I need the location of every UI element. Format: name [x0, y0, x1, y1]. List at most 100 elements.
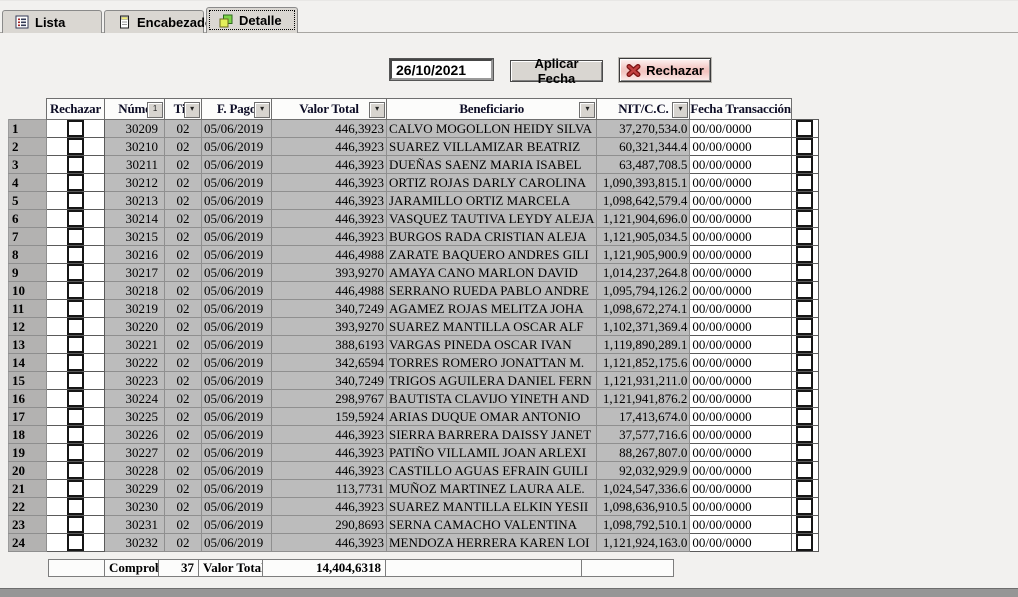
tipo-cell[interactable]: 02	[165, 372, 202, 390]
beneficiario-cell[interactable]: BURGOS RADA CRISTIAN ALEJA	[387, 228, 597, 246]
tipo-cell[interactable]: 02	[165, 444, 202, 462]
valor-total-cell[interactable]: 340,7249	[272, 372, 387, 390]
fecha-pago-cell[interactable]: 05/06/2019	[202, 318, 272, 336]
fecha-transaccion-cell[interactable]: 00/00/0000	[690, 300, 791, 318]
confirm-checkbox[interactable]	[796, 318, 813, 335]
row-number-cell[interactable]: 21	[9, 480, 47, 498]
fecha-transaccion-cell[interactable]: 00/00/0000	[690, 390, 791, 408]
fecha-pago-cell[interactable]: 05/06/2019	[202, 534, 272, 552]
nit-cell[interactable]: 92,032,929.9	[597, 462, 690, 480]
fecha-pago-cell[interactable]: 05/06/2019	[202, 516, 272, 534]
confirm-checkbox[interactable]	[796, 534, 813, 551]
fecha-pago-cell[interactable]: 05/06/2019	[202, 462, 272, 480]
row-number-cell[interactable]: 16	[9, 390, 47, 408]
valor-total-cell[interactable]: 446,3923	[272, 444, 387, 462]
column-header-rechazar[interactable]: Rechazar	[47, 99, 105, 120]
fecha-transaccion-cell[interactable]: 00/00/0000	[690, 444, 791, 462]
valor-total-cell[interactable]: 446,3923	[272, 228, 387, 246]
numero-cell[interactable]: 30214	[105, 210, 165, 228]
confirm-checkbox[interactable]	[796, 498, 813, 515]
fecha-pago-cell[interactable]: 05/06/2019	[202, 444, 272, 462]
valor-total-cell[interactable]: 446,3923	[272, 534, 387, 552]
fecha-pago-cell[interactable]: 05/06/2019	[202, 138, 272, 156]
row-number-cell[interactable]: 13	[9, 336, 47, 354]
valor-total-cell[interactable]: 290,8693	[272, 516, 387, 534]
confirm-checkbox[interactable]	[796, 354, 813, 371]
fecha-pago-cell[interactable]: 05/06/2019	[202, 192, 272, 210]
fecha-transaccion-cell[interactable]: 00/00/0000	[690, 372, 791, 390]
numero-cell[interactable]: 30218	[105, 282, 165, 300]
fecha-transaccion-cell[interactable]: 00/00/0000	[690, 174, 791, 192]
nit-cell[interactable]: 37,577,716.6	[597, 426, 690, 444]
beneficiario-cell[interactable]: ZARATE BAQUERO ANDRES GILI	[387, 246, 597, 264]
valor-total-cell[interactable]: 159,5924	[272, 408, 387, 426]
fecha-transaccion-cell[interactable]: 00/00/0000	[690, 264, 791, 282]
confirm-checkbox[interactable]	[796, 282, 813, 299]
tipo-cell[interactable]: 02	[165, 282, 202, 300]
tipo-cell[interactable]: 02	[165, 192, 202, 210]
valor-total-cell[interactable]: 298,9767	[272, 390, 387, 408]
tipo-cell[interactable]: 02	[165, 480, 202, 498]
date-input[interactable]	[390, 59, 493, 80]
column-header-tipo[interactable]: Tip▾	[165, 99, 202, 120]
filter-button-nit[interactable]: ▾	[672, 102, 688, 118]
fecha-pago-cell[interactable]: 05/06/2019	[202, 480, 272, 498]
confirm-checkbox[interactable]	[796, 444, 813, 461]
beneficiario-cell[interactable]: ARIAS DUQUE OMAR ANTONIO	[387, 408, 597, 426]
confirm-checkbox[interactable]	[796, 336, 813, 353]
row-number-cell[interactable]: 18	[9, 426, 47, 444]
fecha-pago-cell[interactable]: 05/06/2019	[202, 426, 272, 444]
numero-cell[interactable]: 30226	[105, 426, 165, 444]
numero-cell[interactable]: 30216	[105, 246, 165, 264]
sort-button-numero[interactable]: 1	[147, 102, 163, 118]
beneficiario-cell[interactable]: MENDOZA HERRERA KAREN LOI	[387, 534, 597, 552]
numero-cell[interactable]: 30215	[105, 228, 165, 246]
nit-cell[interactable]: 1,098,672,274.1	[597, 300, 690, 318]
nit-cell[interactable]: 17,413,674.0	[597, 408, 690, 426]
column-header-fpago[interactable]: F. Pago▾	[202, 99, 272, 120]
row-number-cell[interactable]: 12	[9, 318, 47, 336]
tipo-cell[interactable]: 02	[165, 354, 202, 372]
nit-cell[interactable]: 88,267,807.0	[597, 444, 690, 462]
beneficiario-cell[interactable]: SUAREZ MANTILLA OSCAR ALF	[387, 318, 597, 336]
nit-cell[interactable]: 1,121,924,163.0	[597, 534, 690, 552]
apply-date-button[interactable]: Aplicar Fecha	[510, 60, 603, 82]
column-header-numero[interactable]: Núme1	[105, 99, 165, 120]
nit-cell[interactable]: 1,119,890,289.1	[597, 336, 690, 354]
nit-cell[interactable]: 1,090,393,815.1	[597, 174, 690, 192]
numero-cell[interactable]: 30229	[105, 480, 165, 498]
reject-checkbox[interactable]	[67, 408, 84, 425]
tipo-cell[interactable]: 02	[165, 408, 202, 426]
fecha-transaccion-cell[interactable]: 00/00/0000	[690, 210, 791, 228]
fecha-pago-cell[interactable]: 05/06/2019	[202, 246, 272, 264]
fecha-transaccion-cell[interactable]: 00/00/0000	[690, 120, 791, 138]
confirm-checkbox[interactable]	[796, 390, 813, 407]
row-number-cell[interactable]: 11	[9, 300, 47, 318]
fecha-pago-cell[interactable]: 05/06/2019	[202, 300, 272, 318]
valor-total-cell[interactable]: 446,4988	[272, 282, 387, 300]
tipo-cell[interactable]: 02	[165, 390, 202, 408]
nit-cell[interactable]: 63,487,708.5	[597, 156, 690, 174]
reject-checkbox[interactable]	[67, 498, 84, 515]
valor-total-cell[interactable]: 446,3923	[272, 426, 387, 444]
fecha-pago-cell[interactable]: 05/06/2019	[202, 390, 272, 408]
valor-total-cell[interactable]: 113,7731	[272, 480, 387, 498]
tipo-cell[interactable]: 02	[165, 210, 202, 228]
tab-detalle[interactable]: Detalle	[206, 7, 298, 33]
row-number-cell[interactable]: 8	[9, 246, 47, 264]
fecha-pago-cell[interactable]: 05/06/2019	[202, 372, 272, 390]
reject-checkbox[interactable]	[67, 210, 84, 227]
valor-total-cell[interactable]: 446,4988	[272, 246, 387, 264]
confirm-checkbox[interactable]	[796, 264, 813, 281]
valor-total-cell[interactable]: 446,3923	[272, 156, 387, 174]
tipo-cell[interactable]: 02	[165, 336, 202, 354]
confirm-checkbox[interactable]	[796, 120, 813, 137]
beneficiario-cell[interactable]: MUÑOZ MARTINEZ LAURA ALE.	[387, 480, 597, 498]
valor-total-cell[interactable]: 393,9270	[272, 318, 387, 336]
beneficiario-cell[interactable]: AMAYA CANO MARLON DAVID	[387, 264, 597, 282]
confirm-checkbox[interactable]	[796, 192, 813, 209]
reject-checkbox[interactable]	[67, 228, 84, 245]
beneficiario-cell[interactable]: JARAMILLO ORTIZ MARCELA	[387, 192, 597, 210]
row-number-cell[interactable]: 3	[9, 156, 47, 174]
tipo-cell[interactable]: 02	[165, 246, 202, 264]
